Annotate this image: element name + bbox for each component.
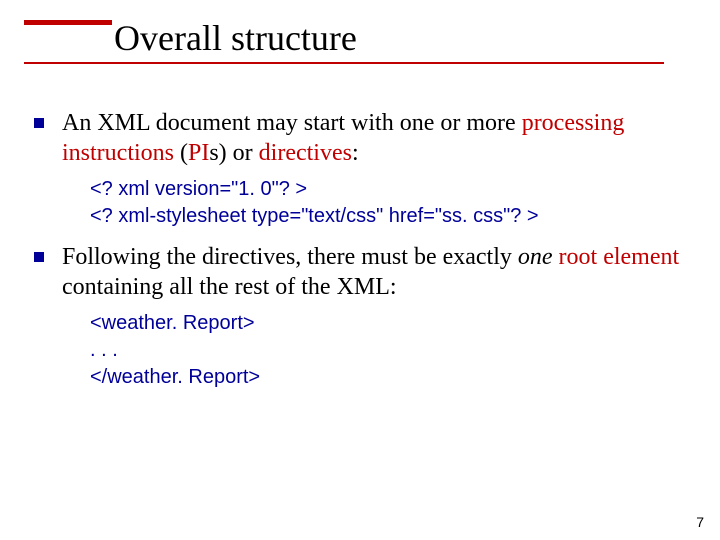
slide-body: An XML document may start with one or mo… (30, 108, 690, 403)
slide: { "title": "Overall structure", "points"… (0, 0, 720, 540)
point-text: An XML document may start with one or mo… (62, 108, 690, 168)
text-segment: An XML document may start with one or mo… (62, 110, 522, 136)
code-line: <? xml version="1. 0"? > (90, 176, 690, 203)
text-red: root element (559, 244, 680, 270)
text-red: PI (188, 140, 209, 166)
bullet-point-1: An XML document may start with one or mo… (30, 108, 690, 168)
code-line: <? xml-stylesheet type="text/css" href="… (90, 203, 690, 230)
point-text: Following the directives, there must be … (62, 242, 690, 302)
text-segment: Following the directives, there must be … (62, 244, 518, 270)
text-segment: containing all the rest of the XML: (62, 274, 397, 300)
code-line: <weather. Report> (90, 310, 690, 337)
title-underline (24, 62, 664, 64)
text-segment: : (352, 140, 359, 166)
page-number: 7 (696, 514, 704, 530)
code-block-1: <? xml version="1. 0"? > <? xml-styleshe… (90, 176, 690, 230)
bullet-point-2: Following the directives, there must be … (30, 242, 690, 302)
text-italic: one (518, 244, 553, 270)
title-area: Overall structure (24, 20, 664, 64)
code-line: . . . (90, 337, 690, 364)
text-red: directives (259, 140, 352, 166)
text-segment: ( (174, 140, 188, 166)
slide-title: Overall structure (24, 20, 664, 58)
code-line: </weather. Report> (90, 364, 690, 391)
code-block-2: <weather. Report> . . . </weather. Repor… (90, 310, 690, 391)
square-bullet-icon (34, 118, 44, 128)
square-bullet-icon (34, 252, 44, 262)
text-segment: s) or (209, 140, 258, 166)
